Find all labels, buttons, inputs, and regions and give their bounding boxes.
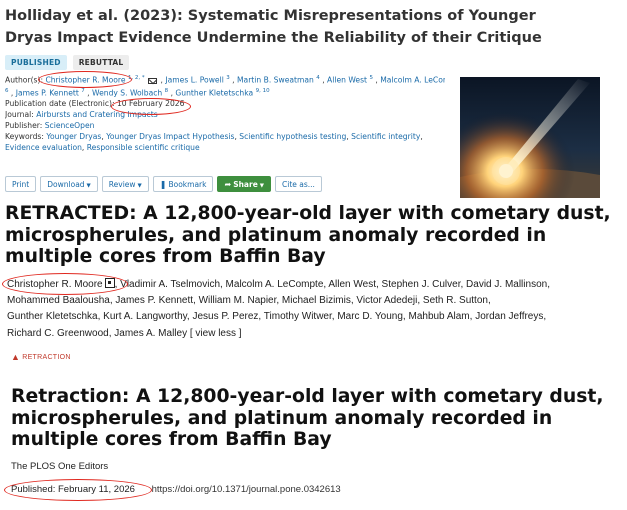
doi-link[interactable]: https://doi.org/10.1371/journal.pone.034…: [152, 484, 341, 495]
collection-cover-image[interactable]: [460, 77, 600, 198]
article-metadata: Author(s): Christopher R. Moore 1, 2, * …: [5, 73, 445, 153]
retracted-article-title: RETRACTED: A 12,800-year-old layer with …: [5, 203, 611, 267]
author-link[interactable]: James P. Kennett: [16, 88, 79, 97]
caret-down-icon: ▼: [259, 183, 265, 189]
author-link[interactable]: Christopher R. Moore: [7, 279, 103, 290]
publication-date-row: Publication date (Electronic): 10 Februa…: [5, 99, 185, 109]
keyword-link[interactable]: Evidence evaluation: [5, 143, 82, 152]
retraction-label[interactable]: ▲ RETRACTION: [11, 352, 71, 362]
retraction-notice-title: Retraction: A 12,800-year-old layer with…: [11, 386, 604, 450]
author-row: Gunther Kletetschka, Kurt A. Langworthy,…: [7, 311, 547, 323]
author-row: Christopher R. Moore, Vladimir A. Tselmo…: [7, 278, 550, 290]
corresponding-author-icon[interactable]: [104, 278, 115, 288]
publisher-row: Publisher: ScienceOpen: [5, 121, 95, 131]
keyword-link[interactable]: Scientific integrity: [351, 132, 420, 141]
author-link[interactable]: Wendy S. Wolbach: [92, 88, 162, 97]
publisher-link[interactable]: ScienceOpen: [45, 121, 95, 130]
keyword-link[interactable]: Younger Dryas Impact Hypothesis: [106, 132, 234, 141]
keyword-link[interactable]: Responsible scientific critique: [87, 143, 200, 152]
author-line-2: 6 , James P. Kennett 7 , Wendy S. Wolbac…: [5, 87, 270, 98]
scienceopen-panel: Holliday et al. (2023): Systematic Misre…: [0, 0, 627, 202]
share-dropdown[interactable]: ➦ Share ▼: [217, 176, 272, 192]
email-icon[interactable]: [148, 77, 158, 84]
author-row: Richard C. Greenwood, James A. Malley [ …: [7, 327, 242, 339]
author-link[interactable]: Gunther Kletetschka: [175, 88, 253, 97]
notice-author[interactable]: The PLOS One Editors: [11, 461, 108, 472]
article-authors: Christopher R. Moore, Vladimir A. Tselmo…: [7, 277, 607, 342]
caret-down-icon: ▼: [86, 183, 91, 189]
journal-link[interactable]: Airbursts and Cratering Impacts: [36, 110, 157, 119]
view-less-link[interactable]: [ view less ]: [190, 328, 242, 339]
author-link[interactable]: Martin B. Sweatman: [237, 76, 314, 85]
author-row: Mohammed Baalousha, James P. Kennett, Wi…: [7, 295, 491, 307]
keyword-link[interactable]: Younger Dryas: [46, 132, 101, 141]
author-line-1: Author(s): Christopher R. Moore 1, 2, * …: [5, 73, 445, 86]
rebuttal-badge: REBUTTAL: [72, 55, 130, 70]
author-link[interactable]: Malcolm A. LeCompte: [380, 76, 445, 85]
review-dropdown[interactable]: Review ▼: [101, 176, 149, 192]
published-badge: PUBLISHED: [5, 55, 67, 70]
article-badges: PUBLISHED REBUTTAL: [5, 55, 130, 70]
comet-impact-illustration-icon: [460, 77, 600, 198]
author-link[interactable]: James L. Powell: [165, 76, 223, 85]
plos-article-panel: RETRACTED: A 12,800-year-old layer with …: [0, 202, 627, 380]
publication-row: Published: February 11, 2026 https://doi…: [11, 484, 341, 495]
keywords-row: Keywords: Younger Dryas, Younger Dryas I…: [5, 132, 423, 153]
download-dropdown[interactable]: Download ▼: [40, 176, 98, 192]
published-date: Published: February 11, 2026: [11, 484, 135, 495]
publication-date: 10 February 2026: [116, 99, 185, 109]
journal-row: Journal: Airbursts and Cratering Impacts: [5, 110, 158, 120]
article-toolbar: Print Download ▼ Review ▼ ❚ Bookmark ➦ Share…: [5, 176, 322, 192]
bookmark-button[interactable]: ❚ Bookmark: [152, 176, 214, 192]
plos-retraction-notice-panel: Retraction: A 12,800-year-old layer with…: [0, 380, 627, 510]
share-icon: ➦: [224, 180, 232, 189]
article-title: Holliday et al. (2023): Systematic Misre…: [5, 8, 542, 46]
warning-icon: ▲: [11, 352, 21, 362]
print-button[interactable]: Print: [5, 176, 37, 192]
cite-as-button[interactable]: Cite as...: [275, 176, 322, 192]
author-link[interactable]: Christopher R. Moore: [45, 76, 125, 85]
caret-down-icon: ▼: [137, 183, 142, 189]
keyword-link[interactable]: Scientific hypothesis testing: [239, 132, 346, 141]
author-link[interactable]: Allen West: [327, 76, 367, 85]
bookmark-icon: ❚: [159, 180, 167, 189]
